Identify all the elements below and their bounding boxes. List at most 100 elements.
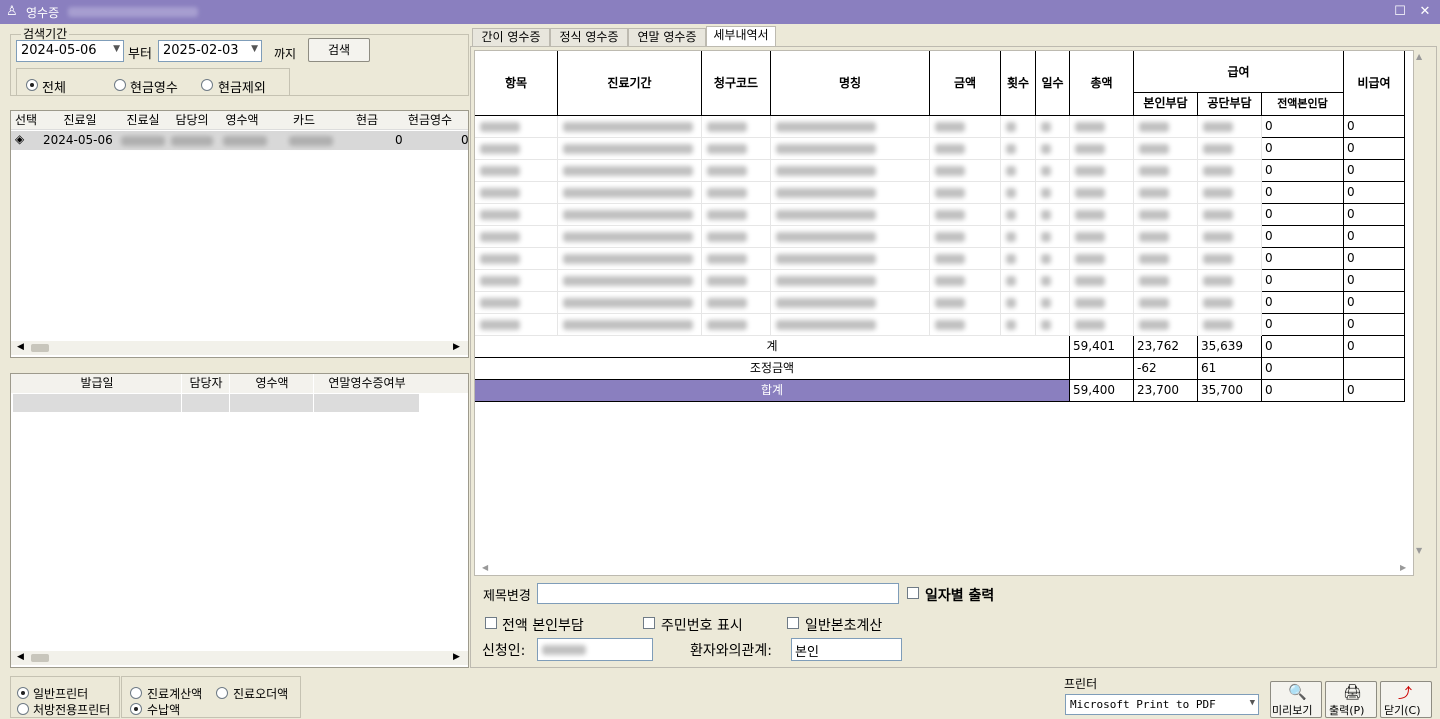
redacted-value — [776, 166, 876, 176]
row-corp-pay — [1198, 314, 1262, 336]
grid-scroll-right-icon[interactable]: ▶ — [1400, 563, 1406, 572]
row-selected-marker[interactable]: ◈ — [15, 132, 24, 146]
general-printer-label[interactable]: 일반프린터 — [33, 685, 88, 702]
redacted-value — [1041, 144, 1051, 154]
row-self-pay — [1134, 204, 1198, 226]
redacted-value — [480, 188, 520, 198]
show-rrn-label[interactable]: 주민번호 표시 — [661, 615, 743, 635]
row-self-pay — [1134, 270, 1198, 292]
general-printer-radio[interactable] — [17, 687, 29, 699]
row-count — [1001, 160, 1036, 182]
daily-output-checkbox[interactable] — [907, 587, 919, 599]
row-corp-pay — [1198, 182, 1262, 204]
search-button[interactable]: 검색 — [308, 38, 370, 62]
from-date-picker[interactable]: 2024-05-06 ▼ — [16, 40, 124, 62]
visit-list-hscrollbar[interactable]: ◀ ▶ — [11, 341, 468, 355]
col-cash[interactable]: 현금 — [341, 111, 393, 129]
filter-all-label[interactable]: 전체 — [42, 77, 66, 96]
col-staff[interactable]: 담당자 — [183, 374, 229, 392]
row-code — [702, 226, 771, 248]
title-change-input[interactable] — [537, 583, 899, 604]
issue-list-hscrollbar[interactable]: ◀ ▶ — [11, 651, 468, 665]
preview-label: 미리보기 — [1272, 704, 1313, 717]
full-self-pay-label[interactable]: 전액 본인부담 — [502, 615, 584, 635]
grid-scroll-down-icon[interactable]: ▼ — [1416, 546, 1422, 555]
printer-select[interactable]: Microsoft Print to PDF ▼ — [1065, 694, 1259, 715]
rx-printer-radio[interactable] — [17, 703, 29, 715]
show-rrn-checkbox[interactable] — [643, 617, 655, 629]
relation-input[interactable]: 본인 — [791, 638, 902, 661]
order-amount-label[interactable]: 진료오더액 — [233, 685, 288, 702]
order-amount-radio[interactable] — [216, 687, 228, 699]
row-item — [475, 182, 558, 204]
chevron-down-icon[interactable]: ▼ — [1250, 698, 1255, 708]
paid-amount-label[interactable]: 수납액 — [147, 701, 180, 718]
row-self-pay — [1134, 292, 1198, 314]
row-name — [771, 116, 930, 138]
tab-formal-receipt[interactable]: 정식 영수증 — [550, 28, 628, 46]
filter-cash-receipt-radio[interactable] — [114, 79, 126, 91]
scroll-left-icon[interactable]: ◀ — [17, 652, 24, 662]
filter-cash-receipt-label[interactable]: 현금영수 — [130, 77, 178, 96]
col-receipt-amount[interactable]: 영수액 — [217, 111, 267, 129]
redacted-value — [563, 320, 693, 330]
to-date-picker[interactable]: 2025-02-03 ▼ — [158, 40, 262, 62]
calc-amount-radio[interactable] — [130, 687, 142, 699]
redacted-value — [935, 276, 965, 286]
daily-output-label[interactable]: 일자별 출력 — [925, 585, 994, 605]
col-select[interactable]: 선택 — [11, 111, 41, 129]
scroll-thumb[interactable] — [31, 654, 49, 662]
table-row[interactable] — [13, 394, 419, 412]
tab-detail-statement[interactable]: 세부내역서 — [706, 26, 776, 47]
row-self-pay — [1134, 248, 1198, 270]
col-doctor[interactable]: 담당의 — [169, 111, 215, 129]
scroll-left-icon[interactable]: ◀ — [17, 342, 24, 352]
row-count — [1001, 138, 1036, 160]
filter-exclude-cash-label[interactable]: 현금제외 — [218, 77, 266, 96]
grid-scroll-up-icon[interactable]: ▲ — [1416, 52, 1422, 61]
scroll-thumb[interactable] — [31, 344, 49, 352]
maximize-icon[interactable]: ☐ — [1391, 3, 1409, 21]
tab-simple-receipt[interactable]: 간이 영수증 — [472, 28, 550, 46]
redacted-value — [707, 188, 747, 198]
col-clinic[interactable]: 진료실 — [119, 111, 167, 129]
close-window-icon[interactable]: ✕ — [1416, 3, 1434, 21]
col-year-end-flag[interactable]: 연말영수증여부 — [315, 374, 419, 392]
filter-all-radio[interactable] — [26, 79, 38, 91]
col-visit-date[interactable]: 진료일 — [43, 111, 117, 129]
printer-icon: 🖨 — [1343, 683, 1363, 701]
filter-exclude-cash-radio[interactable] — [201, 79, 213, 91]
grid-scroll-left-icon[interactable]: ◀ — [482, 563, 488, 572]
close-button[interactable]: ⤴ 닫기(C) — [1380, 681, 1432, 718]
printer-label: 프린터 — [1064, 677, 1098, 691]
redacted-value — [707, 254, 747, 264]
redacted-value — [935, 298, 965, 308]
scroll-right-icon[interactable]: ▶ — [453, 342, 460, 352]
col-cash-receipt[interactable]: 현금영수 — [395, 111, 465, 129]
subtotal-full-self: 0 — [1262, 336, 1344, 358]
col-card[interactable]: 카드 — [269, 111, 339, 129]
row-amount — [930, 314, 1001, 336]
chevron-down-icon[interactable]: ▼ — [113, 44, 120, 54]
chevron-down-icon[interactable]: ▼ — [251, 44, 258, 54]
applicant-input[interactable] — [537, 638, 653, 661]
row-count — [1001, 182, 1036, 204]
col-issue-amount[interactable]: 영수액 — [231, 374, 313, 392]
subtotal-non-covered: 0 — [1344, 336, 1405, 358]
scroll-right-icon[interactable]: ▶ — [453, 652, 460, 662]
preview-button[interactable]: 🔍 미리보기 — [1270, 681, 1322, 718]
print-button[interactable]: 🖨 출력(P) — [1325, 681, 1377, 718]
calc-amount-label[interactable]: 진료계산액 — [147, 685, 202, 702]
row-corp-pay — [1198, 160, 1262, 182]
redacted-value — [776, 210, 876, 220]
general-excess-checkbox[interactable] — [787, 617, 799, 629]
row-full-self: 0 — [1262, 116, 1344, 138]
table-row[interactable]: ◈ 2024-05-06 0 0 — [11, 131, 469, 150]
rx-printer-label[interactable]: 처방전용프린터 — [33, 701, 110, 718]
tab-year-end-receipt[interactable]: 연말 영수증 — [628, 28, 706, 46]
full-self-pay-checkbox[interactable] — [485, 617, 497, 629]
paid-amount-radio[interactable] — [130, 703, 142, 715]
general-excess-label[interactable]: 일반본초계산 — [805, 615, 882, 635]
col-issue-date[interactable]: 발급일 — [13, 374, 181, 392]
redacted-value — [563, 232, 693, 242]
